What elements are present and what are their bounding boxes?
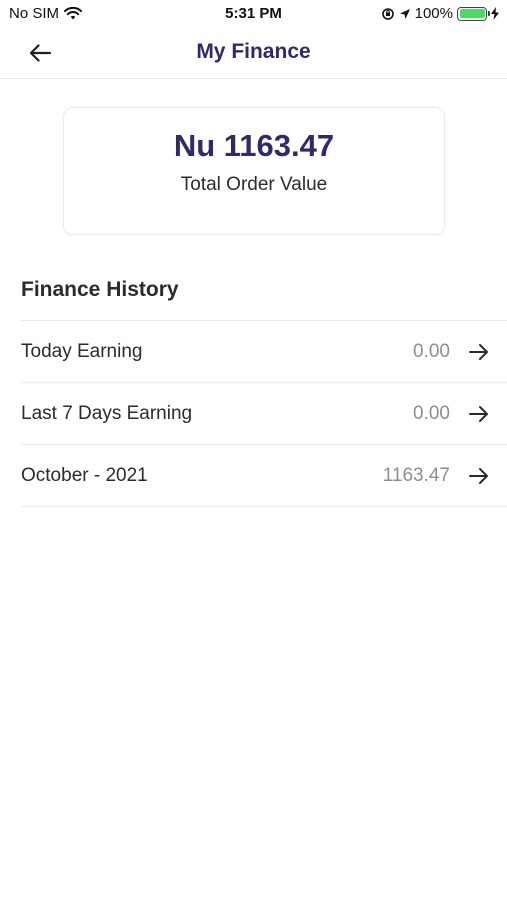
page-title: My Finance — [196, 40, 311, 63]
status-right: 100% — [377, 5, 499, 22]
history-row-label: Today Earning — [21, 340, 143, 362]
arrow-right-icon — [469, 344, 488, 360]
arrow-right-icon — [469, 468, 488, 484]
battery-percent: 100% — [414, 5, 453, 22]
history-row-label: Last 7 Days Earning — [21, 402, 193, 424]
finance-history-list: Today Earning 0.00 Last 7 Days Earning 0… — [21, 320, 507, 507]
battery-icon — [457, 6, 490, 21]
nav-bar: My Finance — [0, 28, 507, 79]
total-order-label: Total Order Value — [180, 174, 328, 195]
arrow-right-icon — [469, 406, 488, 422]
total-order-amount: Nu 1163.47 — [173, 128, 335, 163]
history-row-label: October - 2021 — [21, 464, 148, 486]
orientation-lock-icon — [381, 7, 394, 20]
history-row-value: 0.00 — [413, 340, 450, 362]
battery-fill — [459, 9, 485, 18]
history-row-value: 1163.47 — [382, 464, 450, 486]
status-bar: No SIM 5:31 PM 100% — [0, 0, 507, 28]
finance-screen: No SIM 5:31 PM 100% My Finance Nu 1163.4… — [0, 0, 507, 900]
total-order-card: Nu 1163.47 Total Order Value — [63, 107, 445, 235]
finance-history-title: Finance History — [21, 278, 179, 301]
history-row-today[interactable]: Today Earning 0.00 — [21, 321, 507, 383]
history-row-last-7-days[interactable]: Last 7 Days Earning 0.00 — [21, 383, 507, 445]
history-row-month[interactable]: October - 2021 1163.47 — [21, 445, 507, 507]
charging-icon — [491, 7, 499, 20]
history-row-value: 0.00 — [413, 402, 450, 424]
location-icon — [399, 8, 410, 19]
